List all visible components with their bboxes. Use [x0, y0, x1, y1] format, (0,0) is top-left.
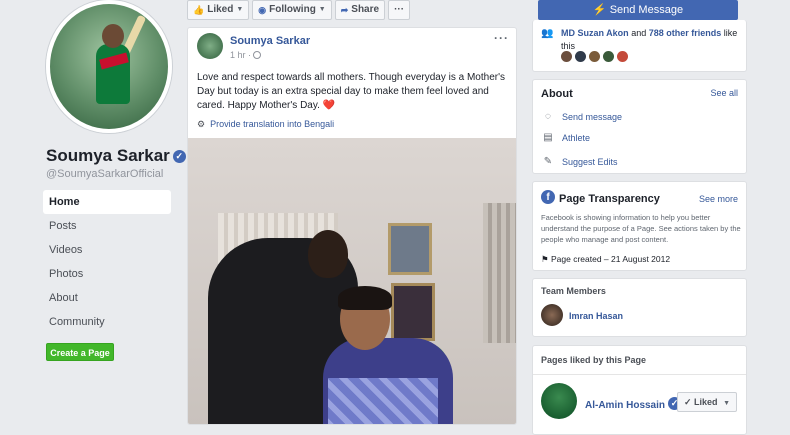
about-row-label: Athlete: [562, 132, 591, 143]
friend-avatar[interactable]: [575, 51, 586, 62]
left-column: Soumya Sarkar ✓ @SoumyaSarkarOfficial Hom…: [0, 0, 186, 425]
liked-page-name[interactable]: Al-Amin Hossain ✓: [585, 397, 682, 411]
post-author-avatar[interactable]: [197, 33, 223, 59]
globe-icon: [253, 51, 262, 59]
nav-item-home[interactable]: Home: [43, 190, 171, 214]
share-label: Share: [351, 4, 380, 15]
nav-item-videos[interactable]: Videos: [43, 238, 171, 262]
post-author-name[interactable]: Soumya Sarkar: [230, 35, 310, 47]
man-head-shape: [308, 230, 348, 278]
verified-badge-icon: ✓: [172, 150, 186, 163]
wall-frame-shape: [391, 283, 435, 341]
liked-page-name-text: Al-Amin Hossain: [585, 400, 666, 411]
friends-count-link[interactable]: 788 other friends: [649, 28, 722, 38]
liked-button-label: Liked: [694, 397, 718, 407]
post-text: Love and respect towards all mothers. Th…: [197, 71, 509, 113]
gear-icon: ⚙: [197, 119, 206, 129]
post-card: Soumya Sarkar 1 hr · ··· Love and respec…: [187, 27, 517, 425]
heart-emoji-icon: ❤️: [322, 100, 336, 111]
post-time-text: 1 hr ·: [230, 50, 252, 60]
team-member-avatar[interactable]: [541, 304, 563, 326]
translate-link[interactable]: ⚙ Provide translation into Bengali: [197, 119, 334, 130]
caret-down-icon: ▼: [318, 6, 326, 13]
share-icon: ➦: [340, 5, 349, 15]
friend-avatars: [561, 51, 631, 62]
see-more-link[interactable]: See more: [699, 194, 738, 204]
team-member-name[interactable]: Imran Hasan: [569, 311, 623, 321]
team-members-card: Team Members Imran Hasan: [532, 278, 747, 337]
check-icon: ✓: [683, 397, 692, 407]
nav-item-photos[interactable]: Photos: [43, 262, 171, 286]
messenger-icon: ⚡: [592, 4, 607, 16]
friend-name-link[interactable]: MD Suzan Akon: [561, 28, 629, 38]
see-all-link[interactable]: See all: [710, 88, 738, 98]
nav-item-about[interactable]: About: [43, 286, 171, 310]
saree-shape: [328, 378, 438, 424]
friend-avatar[interactable]: [589, 51, 600, 62]
liked-label: Liked: [207, 4, 234, 15]
friend-avatar[interactable]: [603, 51, 614, 62]
liked-toggle-button[interactable]: ✓ Liked ▼: [677, 392, 737, 412]
rss-icon: ◉: [258, 5, 267, 15]
page-transparency-card: f Page Transparency See more Facebook is…: [532, 181, 747, 271]
share-button[interactable]: ➦ Share: [334, 0, 386, 20]
thumbs-up-icon: 👍: [193, 5, 205, 15]
facebook-logo-icon: f: [541, 190, 555, 204]
page-action-bar: 👍 Liked ▼ ◉ Following ▼ ➦ Share ···: [187, 0, 411, 20]
post-photo[interactable]: [188, 138, 516, 424]
wall-frame-shape: [388, 223, 432, 275]
about-suggest-edits[interactable]: ✎ Suggest Edits: [541, 156, 618, 167]
pages-liked-title: Pages liked by this Page: [541, 355, 647, 365]
post-body: Love and respect towards all mothers. Th…: [197, 72, 505, 111]
curtain-right-shape: [483, 203, 516, 343]
send-message-button[interactable]: ⚡ Send Message: [538, 0, 738, 20]
about-row-label: Send message: [562, 111, 623, 122]
page-created-text: Page created – 21 August 2012: [551, 254, 671, 264]
page-handle[interactable]: @SoumyaSarkarOfficial: [46, 168, 163, 180]
about-card: About See all ◌ Send message ▤ Athlete ✎ Su…: [532, 79, 747, 174]
friends-like-card: 👥 MD Suzan Akon and 788 other friends li…: [532, 20, 747, 72]
divider: [533, 374, 746, 375]
transparency-description: Facebook is showing information to help …: [541, 213, 741, 244]
translate-label: Provide translation into Bengali: [210, 119, 335, 129]
more-options-button[interactable]: ···: [388, 0, 411, 20]
woman-hair-shape: [338, 286, 392, 310]
flag-icon: ⚑: [541, 254, 549, 264]
friend-avatar[interactable]: [561, 51, 572, 62]
about-row-label: Suggest Edits: [562, 156, 618, 167]
page-nav: Home Posts Videos Photos About Community: [43, 190, 171, 334]
tag-icon: ▤: [543, 132, 553, 143]
page-created-date: ⚑ Page created – 21 August 2012: [541, 254, 670, 265]
post-options-button[interactable]: ···: [494, 31, 509, 45]
send-message-label: Send Message: [609, 4, 684, 16]
nav-item-community[interactable]: Community: [43, 310, 171, 334]
page-name-text: Soumya Sarkar: [46, 146, 170, 165]
caret-down-icon: ▼: [723, 400, 731, 407]
team-title: Team Members: [541, 286, 606, 296]
pencil-icon: ✎: [543, 156, 553, 167]
pages-liked-card: Pages liked by this Page Al-Amin Hossain…: [532, 345, 747, 435]
post-timestamp[interactable]: 1 hr ·: [230, 50, 262, 60]
nav-item-posts[interactable]: Posts: [43, 214, 171, 238]
page-name[interactable]: Soumya Sarkar ✓: [46, 146, 186, 166]
friend-avatar[interactable]: [617, 51, 628, 62]
liked-button[interactable]: 👍 Liked ▼: [187, 0, 250, 20]
profile-picture[interactable]: [46, 0, 172, 133]
head-shape: [102, 24, 124, 48]
people-icon: 👥: [541, 28, 554, 39]
messenger-icon: ◌: [545, 111, 551, 122]
following-button[interactable]: ◉ Following ▼: [252, 0, 332, 20]
about-title: About: [541, 88, 573, 100]
caret-down-icon: ▼: [236, 6, 244, 13]
about-category[interactable]: ▤ Athlete: [541, 132, 590, 143]
friends-like-text: MD Suzan Akon and 788 other friends like…: [561, 27, 741, 53]
liked-page-avatar[interactable]: [541, 383, 577, 419]
likes-and: and: [631, 28, 647, 38]
following-label: Following: [269, 4, 316, 15]
transparency-title: Page Transparency: [559, 193, 660, 205]
about-send-message[interactable]: ◌ Send message: [541, 111, 622, 122]
create-page-button[interactable]: Create a Page: [46, 343, 114, 361]
